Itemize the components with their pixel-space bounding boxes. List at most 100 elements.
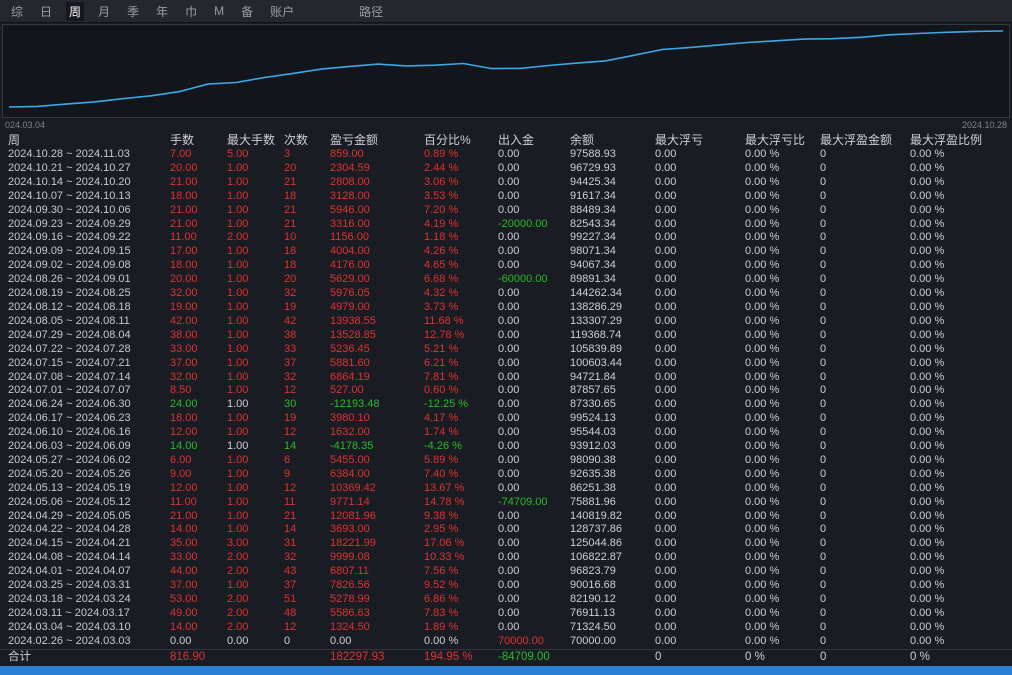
max-float-profit-cell: 0 (820, 161, 827, 174)
table-row[interactable]: 2024.02.26 ~ 2024.03.03 0.00 0.00 0 0.00 0.00… (0, 635, 1012, 649)
times-cell: 21 (284, 509, 297, 522)
table-row[interactable]: 2024.06.17 ~ 2024.06.23 18.00 1.00 19 3980.1… (0, 412, 1012, 426)
table-row[interactable]: 2024.09.02 ~ 2024.09.08 18.00 1.00 18 4176.0… (0, 259, 1012, 273)
max-float-loss-pct-cell: 0.00 % (745, 287, 780, 300)
table-row[interactable]: 2024.04.22 ~ 2024.04.28 14.00 1.00 14 3693.0… (0, 523, 1012, 537)
menu-item-0[interactable]: 综 (8, 2, 26, 21)
total-pnl-cell: 182297.93 (330, 648, 424, 665)
pnl-cell: 18221.99 (330, 537, 376, 550)
cashflow-cell: 0.00 (498, 370, 520, 383)
balance-cell: 144262.34 (570, 287, 622, 300)
column-header-3: 次数 (284, 133, 309, 147)
table-row[interactable]: 2024.07.22 ~ 2024.07.28 33.00 1.00 33 5236.4… (0, 343, 1012, 357)
table-row[interactable]: 2024.04.08 ~ 2024.04.14 33.00 2.00 32 9999.0… (0, 551, 1012, 565)
pnl-cell: -12193.48 (330, 398, 380, 411)
max-float-profit-pct-cell: 0.00 % (910, 273, 945, 286)
max-float-profit-pct-cell: 0.00 % (910, 565, 945, 578)
balance-cell: 82543.34 (570, 217, 616, 230)
period-cell: 2024.07.29 ~ 2024.08.04 (8, 328, 131, 341)
total-lots-cell: 816.90 (170, 648, 227, 665)
max-float-profit-pct-cell: 0.00 % (910, 189, 945, 202)
times-cell: 51 (284, 593, 297, 605)
cashflow-cell: 0.00 (498, 593, 520, 605)
period-cell: 2024.03.18 ~ 2024.03.24 (8, 593, 131, 605)
table-row[interactable]: 2024.05.20 ~ 2024.05.26 9.00 1.00 9 6384.00 7… (0, 468, 1012, 482)
times-cell: 10 (284, 231, 297, 244)
table-row[interactable]: 2024.08.26 ~ 2024.09.01 20.00 1.00 20 5629.0… (0, 273, 1012, 287)
max-float-loss-cell: 0.00 (655, 231, 677, 244)
table-row[interactable]: 2024.03.25 ~ 2024.03.31 37.00 1.00 37 7826.5… (0, 579, 1012, 593)
table-row[interactable]: 2024.10.28 ~ 2024.11.03 7.00 5.00 3 859.00 0.… (0, 148, 1012, 162)
menu-item-9[interactable]: 账户 (267, 2, 297, 21)
table-row[interactable]: 2024.06.24 ~ 2024.06.30 24.00 1.00 30 -12193… (0, 398, 1012, 412)
table-row[interactable]: 2024.03.04 ~ 2024.03.10 14.00 2.00 12 1324.5… (0, 621, 1012, 635)
table-row[interactable]: 2024.07.29 ~ 2024.08.04 38.00 1.00 38 13528.… (0, 329, 1012, 343)
column-header-10: 最大浮盈金额 (820, 133, 893, 147)
max-float-loss-cell: 0.00 (655, 175, 677, 188)
pct-cell: 4.65 % (424, 259, 459, 272)
table-row[interactable]: 2024.07.08 ~ 2024.07.14 32.00 1.00 32 6864.1… (0, 371, 1012, 385)
table-row[interactable]: 2024.09.16 ~ 2024.09.22 11.00 2.00 10 1156.0… (0, 231, 1012, 245)
lots-cell: 20.00 (170, 161, 198, 174)
cashflow-cell: 70000.00 (498, 634, 544, 647)
table-row[interactable]: 2024.08.12 ~ 2024.08.18 19.00 1.00 19 4979.0… (0, 301, 1012, 315)
max-float-profit-pct-cell: 0.00 % (910, 287, 945, 300)
cashflow-cell: 0.00 (498, 328, 520, 341)
table-row[interactable]: 2024.06.10 ~ 2024.06.16 12.00 1.00 12 1632.0… (0, 426, 1012, 440)
column-header-2: 最大手数 (227, 133, 276, 147)
table-row[interactable]: 2024.08.05 ~ 2024.08.11 42.00 1.00 42 13938.… (0, 315, 1012, 329)
table-row[interactable]: 2024.06.03 ~ 2024.06.09 14.00 1.00 14 -4178.… (0, 440, 1012, 454)
table-row[interactable]: 2024.03.18 ~ 2024.03.24 53.00 2.00 51 5278.9… (0, 593, 1012, 607)
times-cell: 18 (284, 245, 297, 258)
times-cell: 12 (284, 384, 297, 397)
pct-cell: 7.56 % (424, 565, 459, 578)
pnl-cell: 5455.00 (330, 453, 370, 466)
table-row[interactable]: 2024.09.23 ~ 2024.09.29 21.00 1.00 21 3316.0… (0, 218, 1012, 232)
table-row[interactable]: 2024.09.09 ~ 2024.09.15 17.00 1.00 18 4004.0… (0, 245, 1012, 259)
max-float-loss-pct-cell: 0.00 % (745, 300, 780, 313)
table-row[interactable]: 2024.10.14 ~ 2024.10.20 21.00 1.00 21 2808.0… (0, 176, 1012, 190)
pct-cell: 4.32 % (424, 287, 459, 300)
bottom-scrollbar[interactable] (0, 666, 1012, 675)
max-lots-cell: 5.00 (227, 148, 249, 160)
times-cell: 6 (284, 453, 291, 466)
pct-cell: 1.89 % (424, 620, 459, 633)
table-row[interactable]: 2024.09.30 ~ 2024.10.06 21.00 1.00 21 5946.0… (0, 204, 1012, 218)
total-max-float-profit-pct-cell: 0 % (910, 648, 1012, 665)
table-row[interactable]: 2024.08.19 ~ 2024.08.25 32.00 1.00 32 5976.0… (0, 287, 1012, 301)
table-row[interactable]: 2024.05.06 ~ 2024.05.12 11.00 1.00 11 9771.1… (0, 496, 1012, 510)
table-row[interactable]: 2024.05.13 ~ 2024.05.19 12.00 1.00 12 10369.… (0, 482, 1012, 496)
pnl-cell: 3693.00 (330, 523, 370, 536)
balance-cell: 105839.89 (570, 342, 622, 355)
menu-item-4[interactable]: 季 (124, 2, 142, 21)
menu-item-7[interactable]: M (211, 3, 227, 19)
menu-bar: 综日周月季年巾 M 备账户 路径 (0, 0, 1012, 23)
period-cell: 2024.10.28 ~ 2024.11.03 (8, 148, 130, 160)
menu-item-10[interactable]: 路径 (356, 2, 386, 21)
table-row[interactable]: 2024.05.27 ~ 2024.06.02 6.00 1.00 6 5455.00 5… (0, 454, 1012, 468)
max-float-profit-pct-cell: 0.00 % (910, 593, 945, 605)
max-float-loss-cell: 0.00 (655, 314, 677, 327)
menu-item-2[interactable]: 周 (66, 1, 85, 21)
table-row[interactable]: 2024.03.11 ~ 2024.03.17 49.00 2.00 48 5586.6… (0, 607, 1012, 621)
table-row[interactable]: 2024.10.21 ~ 2024.10.27 20.00 1.00 20 2304.5… (0, 162, 1012, 176)
lots-cell: 33.00 (170, 551, 198, 564)
menu-item-3[interactable]: 月 (95, 2, 113, 21)
max-float-loss-pct-cell: 0.00 % (745, 328, 780, 341)
lots-cell: 18.00 (170, 412, 198, 425)
table-row[interactable]: 2024.04.01 ~ 2024.04.07 44.00 2.00 43 6807.1… (0, 565, 1012, 579)
table-row[interactable]: 2024.07.15 ~ 2024.07.21 37.00 1.00 37 5881.6… (0, 357, 1012, 371)
pnl-cell: 0.00 (330, 634, 352, 647)
menu-item-6[interactable]: 巾 (182, 2, 200, 21)
menu-item-8[interactable]: 备 (238, 2, 256, 21)
menu-item-5[interactable]: 年 (153, 2, 171, 21)
table-row[interactable]: 2024.10.07 ~ 2024.10.13 18.00 1.00 18 3128.0… (0, 190, 1012, 204)
table-row[interactable]: 2024.04.29 ~ 2024.05.05 21.00 1.00 21 12081.… (0, 510, 1012, 524)
table-row[interactable]: 2024.07.01 ~ 2024.07.07 8.50 1.00 12 527.00 0… (0, 384, 1012, 398)
cashflow-cell: 0.00 (498, 161, 520, 174)
cashflow-cell: 0.00 (498, 189, 520, 202)
max-float-loss-cell: 0.00 (655, 565, 677, 578)
table-row[interactable]: 2024.04.15 ~ 2024.04.21 35.00 3.00 31 18221.… (0, 537, 1012, 551)
max-float-profit-cell: 0 (820, 370, 827, 383)
menu-item-1[interactable]: 日 (37, 2, 55, 21)
